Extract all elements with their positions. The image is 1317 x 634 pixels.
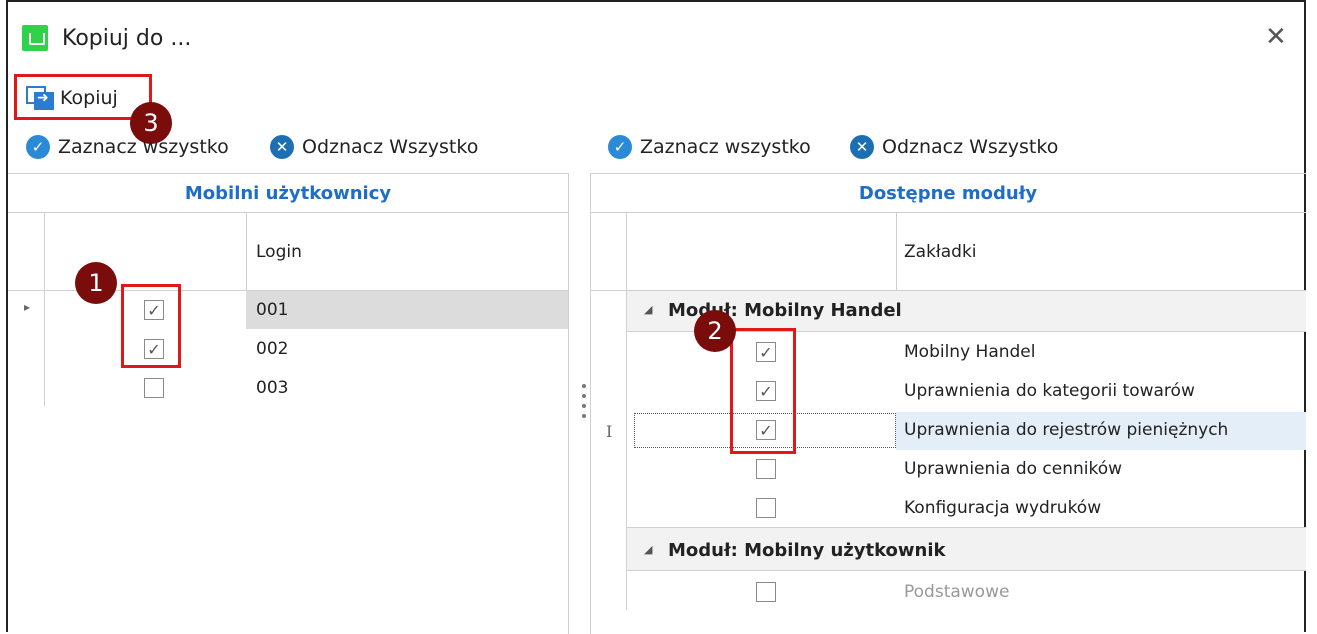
left-select-all-button[interactable]: ✓ Zaznacz wszystko — [26, 135, 229, 159]
text-cursor-icon: I — [606, 422, 613, 441]
check-circle-icon: ✓ — [608, 135, 632, 159]
login-column-header[interactable]: Login — [256, 242, 302, 262]
selected-row-highlight — [246, 291, 568, 329]
tabs-column-header[interactable]: Zakładki — [904, 242, 977, 262]
grid-border — [627, 570, 1306, 571]
user-login-002: 002 — [256, 339, 289, 359]
badge-1: 1 — [75, 262, 117, 304]
app-icon — [22, 25, 48, 51]
badge-2: 2 — [694, 310, 736, 352]
splitter-handle[interactable] — [582, 384, 586, 424]
right-deselect-all-button[interactable]: ✕ Odznacz Wszystko — [850, 135, 1058, 159]
highlight-box-2 — [730, 328, 796, 454]
right-select-all-label: Zaznacz wszystko — [640, 136, 811, 158]
group-title-mobilny-uzytkownik: Moduł: Mobilny użytkownik — [668, 540, 946, 561]
user-login-001: 001 — [256, 300, 289, 320]
module-label: Mobilny Handel — [904, 342, 1036, 362]
x-circle-icon: ✕ — [270, 135, 294, 159]
left-select-all-label: Zaznacz wszystko — [58, 136, 229, 158]
grid-border — [590, 212, 1306, 213]
x-circle-icon: ✕ — [850, 135, 874, 159]
close-icon[interactable]: ✕ — [1265, 24, 1287, 50]
right-grid-header: Dostępne moduły — [858, 183, 1038, 204]
grid-border — [8, 212, 568, 213]
right-deselect-all-label: Odznacz Wszystko — [882, 136, 1059, 158]
right-select-all-button[interactable]: ✓ Zaznacz wszystko — [608, 135, 811, 159]
module-checkbox-wydruki[interactable] — [756, 498, 776, 518]
grid-border — [896, 212, 897, 290]
row-pointer-icon: ▸ — [24, 300, 31, 314]
check-circle-icon: ✓ — [26, 135, 50, 159]
user-checkbox-003[interactable] — [144, 378, 164, 398]
module-checkbox-podstawowe[interactable] — [756, 582, 776, 602]
left-grid-header: Mobilni użytkownicy — [184, 183, 392, 204]
grid-border — [246, 212, 247, 290]
module-label: Uprawnienia do cenników — [904, 459, 1123, 479]
module-label: Uprawnienia do kategorii towarów — [904, 381, 1195, 401]
highlight-box-1 — [121, 284, 181, 368]
module-label: Konfiguracja wydruków — [904, 498, 1102, 518]
module-label: Podstawowe — [904, 582, 1010, 602]
collapse-triangle-icon[interactable]: ◢ — [644, 543, 652, 556]
left-deselect-all-label: Odznacz Wszystko — [302, 136, 479, 158]
collapse-triangle-icon[interactable]: ◢ — [644, 303, 652, 316]
grid-border — [44, 212, 45, 406]
grid-border — [8, 173, 568, 174]
left-deselect-all-button[interactable]: ✕ Odznacz Wszystko — [270, 135, 478, 159]
window-title: Kopiuj do ... — [62, 26, 192, 51]
grid-border — [590, 173, 591, 634]
module-checkbox-cenniki[interactable] — [756, 459, 776, 479]
grid-border — [568, 173, 569, 634]
grid-border — [590, 173, 1306, 174]
copy-to-dialog: Kopiuj do ... ✕ Kopiuj 3 ✓ Zaznacz wszys… — [6, 0, 1306, 634]
module-label: Uprawnienia do rejestrów pieniężnych — [904, 420, 1229, 440]
user-login-003: 003 — [256, 378, 289, 398]
